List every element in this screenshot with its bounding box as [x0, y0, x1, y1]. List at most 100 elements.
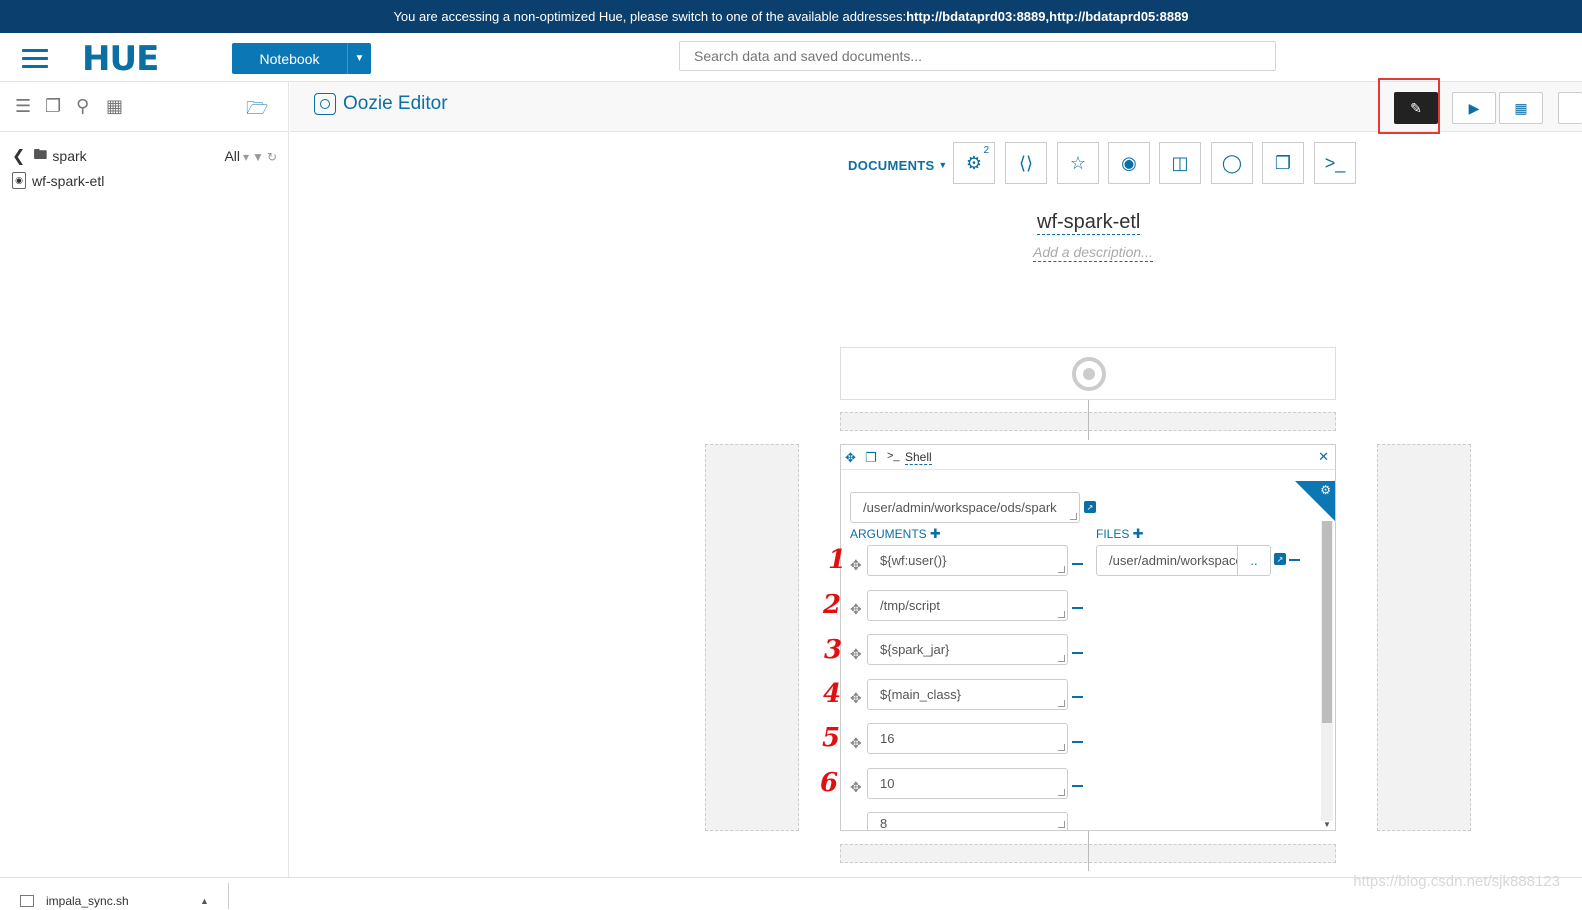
annotation-6: 6 [820, 768, 839, 798]
shell-terminal-icon[interactable]: >_ [1314, 142, 1356, 184]
workflow-file-icon: ◉ [12, 172, 26, 189]
refresh-icon[interactable]: ↻ [267, 150, 277, 164]
grid-icon[interactable]: ▦ [106, 96, 123, 117]
sidebar-item-workflow[interactable]: ◉ wf-spark-etl [12, 172, 104, 189]
bottom-taskbar: impala_sync.sh ▲ [0, 877, 1582, 910]
flow-arrow [1088, 400, 1089, 440]
remove-argument-icon[interactable] [1072, 652, 1083, 654]
code-file-icon[interactable]: ⟨⟩ [1005, 142, 1047, 184]
workflow-description[interactable]: Add a description... [1033, 243, 1153, 262]
banner-address-1[interactable]: http://bdataprd03:8889 [906, 9, 1045, 24]
caret-up-icon[interactable]: ▲ [200, 896, 209, 906]
filter-all-dropdown[interactable]: All [224, 148, 240, 164]
remove-argument-icon[interactable] [1072, 563, 1083, 565]
back-chevron-icon[interactable]: ❮ [12, 146, 25, 166]
task-item[interactable]: impala_sync.sh [20, 894, 129, 908]
notebook-dropdown-caret-icon[interactable]: ▼ [347, 43, 371, 74]
argument-input-4[interactable]: ${main_class} [867, 679, 1068, 710]
add-argument-icon[interactable]: ✚ [930, 526, 941, 541]
shell-node-header: ✥ ❐ >_ Shell ✕ [841, 445, 1335, 470]
remove-file-icon[interactable] [1289, 559, 1300, 561]
annotation-1: 1 [828, 545, 847, 575]
argument-input-2[interactable]: /tmp/script [867, 590, 1068, 621]
node-scrollbar[interactable]: ▼ [1321, 521, 1333, 829]
argument-input-3[interactable]: ${spark_jar} [867, 634, 1068, 665]
start-node [840, 347, 1336, 400]
start-circle-icon [1072, 357, 1106, 391]
files-label-text: FILES [1096, 527, 1130, 541]
drag-handle-icon[interactable]: ✥ [850, 779, 862, 796]
banner-text: You are accessing a non-optimized Hue, p… [393, 9, 907, 24]
copy-documents-icon[interactable]: ❐ [1262, 142, 1304, 184]
open-external-icon[interactable]: ↗ [1084, 501, 1096, 513]
oozie-icon [314, 93, 336, 115]
edit-pencil-button[interactable]: ✎ [1394, 92, 1438, 124]
drag-handle-icon[interactable]: ✥ [850, 601, 862, 618]
annotation-5: 5 [822, 723, 841, 753]
menu-icon[interactable] [22, 49, 48, 69]
caret-down-icon[interactable]: ▾ [243, 150, 249, 164]
global-search-input[interactable] [679, 41, 1276, 71]
annotation-3: 3 [824, 635, 843, 665]
drag-handle-icon[interactable]: ✥ [850, 646, 862, 663]
database-icon[interactable]: ☰ [15, 96, 31, 117]
move-icon[interactable]: ✥ [845, 450, 856, 466]
copy-icon[interactable]: ❐ [865, 450, 877, 466]
scroll-down-icon[interactable]: ▼ [1323, 820, 1331, 829]
open-folder-icon[interactable]: 🗁 [246, 96, 268, 126]
pig-icon[interactable]: ◉ [1108, 142, 1150, 184]
drag-handle-icon[interactable]: ✥ [850, 557, 862, 574]
remove-argument-icon[interactable] [1072, 607, 1083, 609]
shell-command-input[interactable]: /user/admin/workspace/ods/spark [850, 492, 1080, 523]
more-button[interactable] [1558, 92, 1582, 124]
sidebar-item-label: wf-spark-etl [32, 172, 105, 189]
arguments-label: ARGUMENTS ✚ [850, 526, 941, 542]
drag-handle-icon[interactable]: ✥ [850, 690, 862, 707]
hive-action-icon[interactable]: ⚙ 2 [953, 142, 995, 184]
remove-argument-icon[interactable] [1072, 785, 1083, 787]
caret-down-icon: ▼ [938, 160, 948, 170]
editor-title-text: Oozie Editor [343, 93, 448, 114]
task-label: impala_sync.sh [46, 894, 129, 908]
argument-input-7[interactable]: 8 [867, 812, 1068, 830]
documents-copy-icon[interactable]: ❐ [45, 96, 61, 117]
left-assist-panel: ☰ ❐ ⚲ ▦ 🗁 ❮ 🖿 spark All ▾ ▼ ↻ ◉ wf-spark-et… [0, 82, 289, 877]
non-optimized-warning-banner: You are accessing a non-optimized Hue, p… [0, 0, 1582, 33]
gears-icon[interactable]: ⚙ [1320, 483, 1331, 497]
file-path[interactable]: /user/admin/workspace [1097, 546, 1238, 575]
hue-logo[interactable]: HUE [82, 39, 159, 79]
divider [228, 883, 229, 909]
scrollbar-thumb[interactable] [1322, 521, 1332, 723]
sub-workflow-icon[interactable]: ◯ [1211, 142, 1253, 184]
drop-zone-right [1377, 444, 1471, 831]
run-button[interactable]: ▶ [1452, 92, 1496, 124]
add-file-icon[interactable]: ✚ [1133, 526, 1144, 541]
flow-arrow [1088, 831, 1089, 871]
browse-file-button[interactable]: .. [1238, 553, 1270, 568]
current-folder-name[interactable]: spark [52, 148, 86, 164]
workflow-name[interactable]: wf-spark-etl [1037, 210, 1141, 235]
drag-handle-icon[interactable]: ✥ [850, 735, 862, 752]
close-icon[interactable]: ✕ [1318, 449, 1329, 465]
search-zoom-icon[interactable]: ⚲ [76, 96, 89, 117]
documents-dropdown[interactable]: DOCUMENTS ▼ [848, 158, 948, 173]
argument-input-6[interactable]: 10 [867, 768, 1068, 799]
java-file-icon[interactable]: ◫ [1159, 142, 1201, 184]
drop-zone-left [705, 444, 799, 831]
shell-node-title[interactable]: Shell [905, 451, 932, 465]
file-input-1[interactable]: /user/admin/workspace .. [1096, 545, 1271, 576]
documents-label: DOCUMENTS [848, 158, 935, 173]
funnel-filter-icon[interactable]: ▼ [252, 150, 264, 164]
argument-input-1[interactable]: ${wf:user()} [867, 545, 1068, 576]
remove-argument-icon[interactable] [1072, 741, 1083, 743]
notebook-button[interactable]: Notebook [232, 43, 347, 74]
argument-input-5[interactable]: 16 [867, 723, 1068, 754]
spark-star-icon[interactable]: ☆ [1057, 142, 1099, 184]
remove-argument-icon[interactable] [1072, 696, 1083, 698]
open-external-icon[interactable]: ↗ [1274, 553, 1286, 565]
schedule-calendar-button[interactable]: ▦ [1499, 92, 1543, 124]
hive-version-badge: 2 [983, 145, 989, 156]
annotation-2: 2 [823, 590, 842, 620]
arguments-label-text: ARGUMENTS [850, 527, 927, 541]
banner-address-2[interactable]: http://bdataprd05:8889 [1049, 9, 1188, 24]
